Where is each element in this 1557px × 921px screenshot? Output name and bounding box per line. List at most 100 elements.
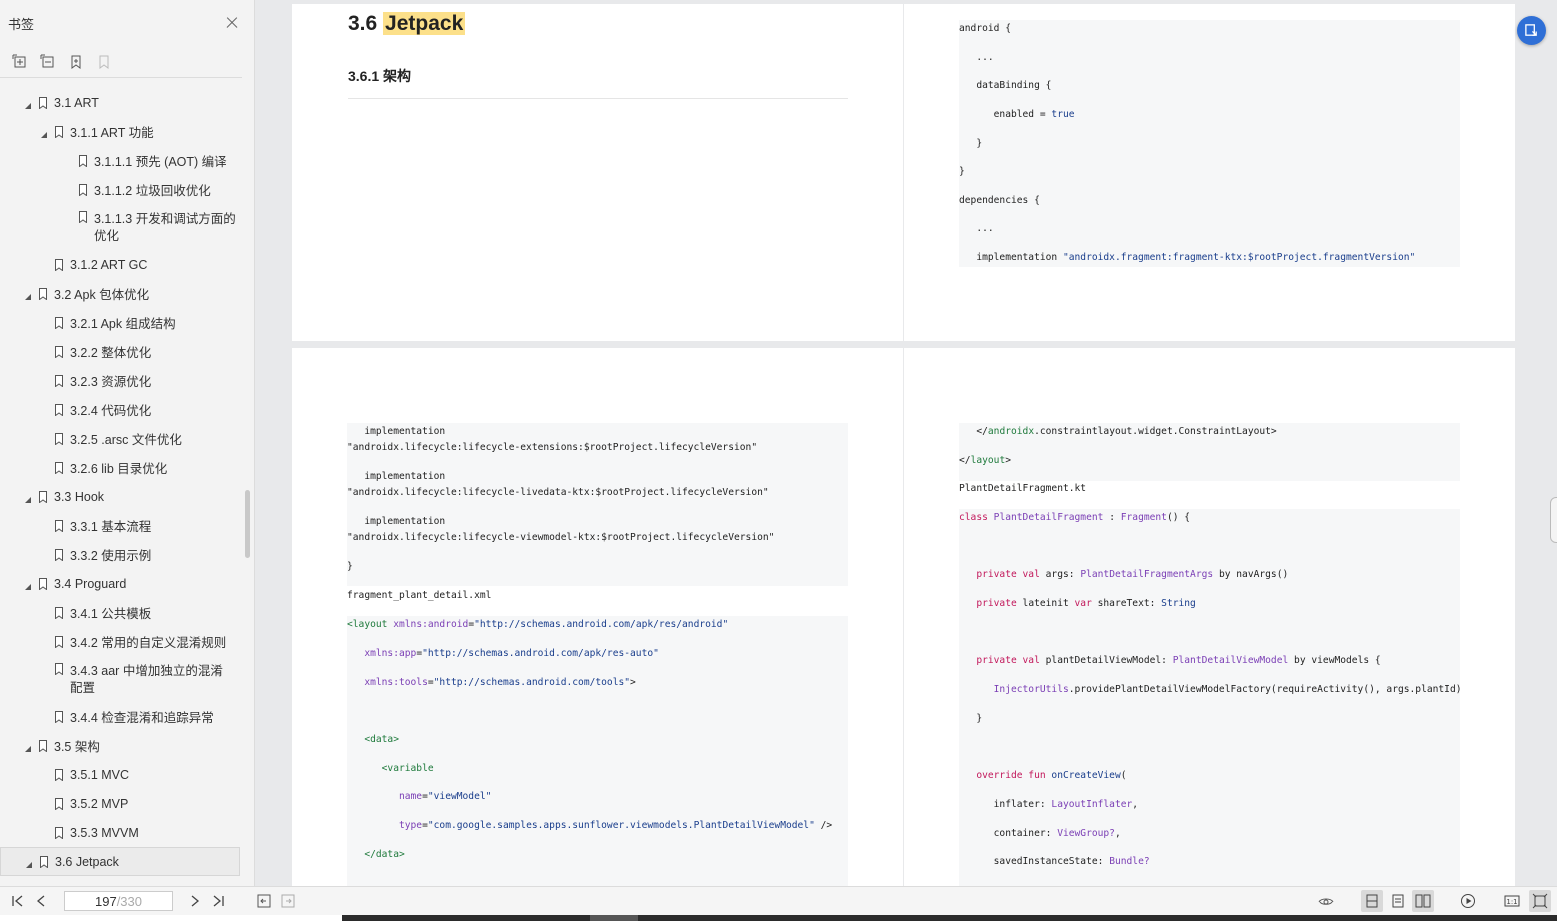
bookmark-label: 3.1 ART — [54, 95, 99, 110]
next-page-icon[interactable] — [187, 893, 203, 909]
add-bookmark-icon[interactable] — [68, 54, 84, 70]
expand-triangle-icon[interactable] — [24, 580, 32, 590]
bookmark-icon — [54, 635, 64, 648]
close-icon[interactable] — [224, 15, 240, 31]
code-line: InjectorUtils.providePlantDetailViewMode… — [993, 684, 1462, 695]
code-line: <data> — [364, 734, 399, 745]
bookmark-label: 3.4.1 公共模板 — [70, 607, 152, 621]
bookmark-item[interactable]: 3.1.1.3 开发和调试方面的优化 — [0, 204, 244, 250]
bookmark-item[interactable]: 3.6 Jetpack — [0, 847, 240, 876]
bookmark-label: 3.2.5 .arsc 文件优化 — [70, 433, 182, 447]
bookmark-item[interactable]: 3.2 Apk 包体优化 — [0, 279, 244, 308]
forward-icon[interactable] — [280, 893, 296, 909]
bookmark-icon — [38, 287, 48, 300]
collapse-all-icon[interactable] — [40, 54, 56, 70]
code-line: implementation — [347, 516, 446, 527]
page-number-input[interactable]: 197/330 — [64, 891, 173, 911]
code-line: </data> — [364, 849, 405, 860]
code-line: override fun onCreateView( — [976, 770, 1127, 781]
back-icon[interactable] — [256, 893, 272, 909]
bookmark-item[interactable]: 3.1 ART — [0, 88, 244, 117]
code-line: implementation "androidx.fragment:fragme… — [959, 252, 1416, 263]
actual-size-icon[interactable]: 1:1 — [1504, 893, 1520, 909]
bookmark-tree: 3.1 ART 3.1.1 ART 功能 3.1.1.1 预先 (AOT) 编译 3.… — [0, 88, 244, 876]
bookmark-item[interactable]: 3.4.3 aar 中增加独立的混淆配置 — [0, 656, 244, 702]
expand-triangle-icon[interactable] — [24, 99, 32, 109]
bookmark-label: 3.2.1 Apk 组成结构 — [70, 317, 176, 331]
code-line: } — [959, 166, 965, 177]
bookmark-label: 3.4.2 常用的自定义混淆规则 — [70, 636, 227, 650]
bookmark-icon — [38, 739, 48, 752]
bookmark-item[interactable]: 3.1.2 ART GC — [0, 250, 244, 279]
sidebar-scrollbar[interactable] — [245, 490, 250, 558]
code-block: <layout xmlns:android="http://schemas.an… — [347, 616, 848, 886]
bookmark-item[interactable]: 3.4.1 公共模板 — [0, 598, 244, 627]
expand-all-icon[interactable] — [12, 54, 28, 70]
code-line: "androidx.lifecycle:lifecycle-livedata-k… — [347, 487, 769, 498]
bookmark-item[interactable]: 3.2.2 整体优化 — [0, 337, 244, 366]
bookmark-icon — [54, 663, 64, 676]
bookmark-icon — [78, 211, 88, 224]
bookmark-item[interactable]: 3.5.2 MVP — [0, 789, 244, 818]
bookmark-icon — [54, 316, 64, 329]
single-page-view-icon[interactable] — [1361, 890, 1383, 912]
section-title-highlight: Jetpack — [383, 12, 466, 35]
bookmark-item[interactable]: 3.5.1 MVC — [0, 760, 244, 789]
expand-triangle-icon[interactable] — [25, 858, 33, 868]
code-line: ... — [959, 223, 994, 234]
bookmark-item[interactable]: 3.3.1 基本流程 — [0, 511, 244, 540]
code-line: android { — [959, 23, 1011, 34]
bookmark-item[interactable]: 3.4.4 检查混淆和追踪异常 — [0, 702, 244, 731]
bookmark-item[interactable]: 3.4 Proguard — [0, 569, 244, 598]
bookmark-icon — [54, 432, 64, 445]
bookmark-item[interactable]: 3.2.6 lib 目录优化 — [0, 453, 244, 482]
code-line: xmlns:tools="http://schemas.android.com/… — [364, 677, 636, 688]
bookmark-item[interactable]: 3.4.2 常用的自定义混淆规则 — [0, 627, 244, 656]
bookmark-item[interactable]: 3.2.4 代码优化 — [0, 395, 244, 424]
bookmark-panel: 书签 3.1 ART 3.1.1 ART 功能 3.1.1.1 预先 (AOT) 编… — [0, 0, 255, 886]
bookmark-item[interactable]: 3.1.1.1 预先 (AOT) 编译 — [0, 146, 244, 175]
bookmark-item[interactable]: 3.2.3 资源优化 — [0, 366, 244, 395]
code-line: } — [959, 138, 983, 149]
bookmark-item[interactable]: 3.3 Hook — [0, 482, 244, 511]
bookmark-icon — [54, 461, 64, 474]
fit-page-icon[interactable] — [1529, 890, 1551, 912]
file-name-label: PlantDetailFragment.kt — [959, 483, 1087, 494]
section-number: 3.6 — [348, 12, 378, 35]
bookmark-label: 3.2.6 lib 目录优化 — [70, 462, 168, 476]
bookmark-item[interactable]: 3.5 架构 — [0, 731, 244, 760]
bookmark-item[interactable]: 3.1.1.2 垃圾回收优化 — [0, 175, 244, 204]
bookmark-item[interactable]: 3.1.1 ART 功能 — [0, 117, 244, 146]
expand-triangle-icon[interactable] — [24, 290, 32, 300]
bookmark-icon — [38, 96, 48, 109]
eye-protection-icon[interactable] — [1318, 893, 1334, 909]
code-line: <variable — [381, 763, 434, 774]
first-page-icon[interactable] — [10, 893, 26, 909]
bookmark-icon — [54, 797, 64, 810]
page-left-bottom: implementation "androidx.lifecycle:lifec… — [292, 348, 903, 886]
two-page-view-icon[interactable] — [1412, 890, 1434, 912]
last-page-icon[interactable] — [210, 893, 226, 909]
convert-button[interactable] — [1517, 16, 1546, 45]
code-line: <layout xmlns:android="http://schemas.an… — [347, 619, 729, 630]
expand-triangle-icon[interactable] — [40, 128, 48, 138]
expand-triangle-icon[interactable] — [24, 493, 32, 503]
bookmark-label: 3.1.1 ART 功能 — [70, 126, 154, 140]
code-line: name="viewModel" — [398, 791, 492, 802]
side-panel-toggle[interactable] — [1550, 497, 1557, 543]
code-line: xmlns:app="http://schemas.android.com/ap… — [364, 648, 659, 659]
play-icon[interactable] — [1460, 893, 1476, 909]
code-block: </androidx.constraintlayout.widget.Const… — [959, 423, 1460, 481]
prev-page-icon[interactable] — [33, 893, 49, 909]
continuous-view-icon[interactable] — [1390, 893, 1406, 909]
bookmark-icon — [54, 374, 64, 387]
code-line: </androidx.constraintlayout.widget.Const… — [959, 426, 1277, 437]
bookmark-item[interactable]: 3.5.3 MVVM — [0, 818, 244, 847]
bookmark-item[interactable]: 3.2.5 .arsc 文件优化 — [0, 424, 244, 453]
expand-triangle-icon[interactable] — [24, 742, 32, 752]
code-line: type="com.google.samples.apps.sunflower.… — [398, 820, 833, 831]
code-line: implementation — [347, 471, 446, 482]
bookmark-item[interactable]: 3.2.1 Apk 组成结构 — [0, 308, 244, 337]
document-view: 3.6 Jetpack 3.6.1 架构 android { ... dataB… — [255, 0, 1557, 886]
bookmark-item[interactable]: 3.3.2 使用示例 — [0, 540, 244, 569]
